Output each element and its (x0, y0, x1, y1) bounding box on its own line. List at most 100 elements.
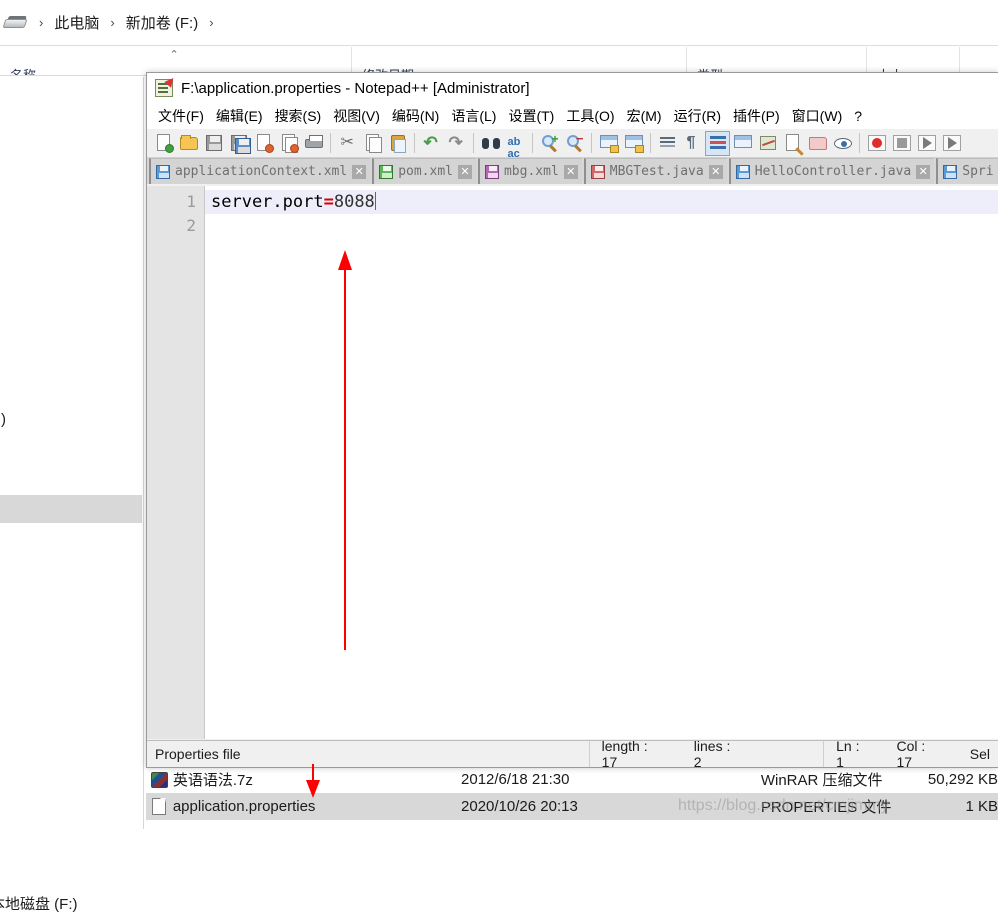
save-icon[interactable] (201, 131, 226, 156)
text-caret (374, 192, 376, 210)
tab-label: Spri (962, 164, 994, 179)
menu-item-help[interactable]: ? (848, 106, 868, 126)
redo-icon[interactable]: ↷ (444, 131, 469, 156)
code-line-1[interactable]: server.port=8088 (205, 190, 998, 214)
print-icon[interactable] (301, 131, 326, 156)
menu-item-plugins[interactable]: 插件(P) (727, 104, 786, 128)
close-icon[interactable]: ✕ (708, 164, 723, 179)
playmany-macro-icon[interactable] (939, 131, 964, 156)
column-header-filler (960, 47, 998, 75)
paste-icon[interactable] (385, 131, 410, 156)
code-token-key: server.port (211, 192, 324, 212)
menu-item-file[interactable]: 文件(F) (152, 104, 210, 128)
tab-label: pom.xml (398, 164, 453, 179)
status-col: Col : 17 (896, 738, 926, 768)
stop-macro-icon[interactable] (889, 131, 914, 156)
menu-item-settings[interactable]: 设置(T) (502, 104, 560, 128)
menu-item-tools[interactable]: 工具(O) (560, 104, 620, 128)
column-header-size[interactable]: 大小 (867, 47, 960, 75)
menu-item-view[interactable]: 视图(V) (327, 104, 386, 128)
show-all-chars-icon[interactable]: ¶ (680, 131, 705, 156)
column-header-name-label: 名称 (10, 65, 36, 75)
function-list-icon[interactable] (780, 131, 805, 156)
title-bar[interactable]: F:\application.properties - Notepad++ [A… (147, 73, 998, 103)
close-file-icon[interactable] (251, 131, 276, 156)
folder-as-workspace-icon[interactable] (805, 131, 830, 156)
save-disk-purple-icon (484, 164, 499, 179)
menu-item-language[interactable]: 语言(L) (445, 104, 502, 128)
status-sel: Sel (969, 746, 991, 762)
file-type: WinRAR 压缩文件 (760, 772, 883, 789)
close-icon[interactable]: ✕ (457, 164, 472, 179)
tab-mbgtest-java[interactable]: MBGTest.java ✕ (583, 158, 727, 184)
status-lines: lines : 2 (693, 738, 731, 768)
tab-label: applicationContext.xml (175, 164, 348, 179)
nav-splitter[interactable] (143, 77, 144, 829)
code-text-area[interactable]: server.port=8088 (205, 186, 998, 739)
menu-item-edit[interactable]: 编辑(E) (210, 104, 269, 128)
column-header-type[interactable]: 类型 (687, 47, 867, 75)
file-name: application.properties (172, 798, 316, 815)
play-macro-icon[interactable] (914, 131, 939, 156)
file-name: 英语语法.7z (172, 772, 253, 789)
table-row[interactable]: 英语语法.7z 2012/6/18 21:30 WinRAR 压缩文件 50,2… (146, 766, 998, 793)
close-all-icon[interactable] (276, 131, 301, 156)
breadcrumb-item-this-pc[interactable]: 此电脑 (50, 10, 103, 35)
toolbar-separator (414, 133, 415, 153)
close-icon[interactable]: ✕ (563, 164, 578, 179)
navigation-pane[interactable]: C:) 本地磁盘 (F:) (0, 77, 146, 913)
close-icon[interactable]: ✕ (352, 164, 367, 179)
sync-horizontal-icon[interactable] (621, 131, 646, 156)
copy-icon[interactable] (360, 131, 385, 156)
menu-item-macro[interactable]: 宏(M) (621, 104, 668, 128)
find-icon[interactable] (478, 131, 503, 156)
open-file-icon[interactable] (176, 131, 201, 156)
menu-item-encoding[interactable]: 编码(N) (386, 104, 445, 128)
drive-icon (2, 14, 28, 32)
toolbar-separator (650, 133, 651, 153)
menu-item-window[interactable]: 窗口(W) (786, 104, 849, 128)
document-tab-bar[interactable]: applicationContext.xml ✕ pom.xml ✕ mbg.x… (147, 158, 998, 184)
zoom-in-icon[interactable]: + (537, 131, 562, 156)
tab-hellocontroller-java[interactable]: HelloController.java ✕ (728, 158, 935, 184)
line-number-gutter: 1 2 (147, 186, 205, 739)
menu-bar[interactable]: 文件(F) 编辑(E) 搜索(S) 视图(V) 编码(N) 语言(L) 设置(T… (147, 103, 998, 129)
user-defined-dialog-icon[interactable] (730, 131, 755, 156)
menu-item-search[interactable]: 搜索(S) (269, 104, 328, 128)
tab-spring[interactable]: Spri (936, 158, 998, 184)
document-icon (146, 798, 173, 815)
close-icon[interactable]: ✕ (916, 164, 931, 179)
file-size: 1 KB (965, 798, 998, 815)
word-wrap-icon[interactable] (655, 131, 680, 156)
editor-area[interactable]: 1 2 server.port=8088 (147, 186, 998, 739)
code-line-2[interactable] (205, 214, 998, 238)
sync-vertical-icon[interactable] (596, 131, 621, 156)
document-map-icon[interactable] (755, 131, 780, 156)
zoom-out-icon[interactable]: − (562, 131, 587, 156)
nav-item-bottom[interactable]: 本地磁盘 (F:) (0, 893, 78, 914)
replace-icon[interactable]: ab ac (503, 131, 528, 160)
save-all-icon[interactable] (226, 131, 251, 156)
indent-guide-icon[interactable] (705, 130, 730, 156)
toolbar[interactable]: ✂ ↶ ↷ ab ac + − ¶ (147, 129, 998, 160)
nav-item-drive-c[interactable]: C:) (0, 411, 6, 428)
undo-icon[interactable]: ↶ (419, 131, 444, 156)
table-row[interactable]: application.properties 2020/10/26 20:13 … (146, 793, 998, 820)
breadcrumb-item-volume-f[interactable]: 新加卷 (F:) (122, 10, 203, 35)
column-header-name[interactable]: ⌃ 名称 (0, 47, 352, 75)
cut-icon[interactable]: ✂ (335, 131, 360, 156)
tab-applicationcontext-xml[interactable]: applicationContext.xml ✕ (149, 158, 371, 184)
column-header-date[interactable]: 修改日期 (352, 47, 687, 75)
status-bar: Properties file length : 17 lines : 2 Ln… (147, 738, 998, 768)
menu-item-run[interactable]: 运行(R) (668, 104, 727, 128)
monitor-icon[interactable] (830, 131, 855, 156)
new-file-icon[interactable] (151, 131, 176, 156)
breadcrumb-separator[interactable]: › (202, 15, 220, 30)
line-number: 2 (186, 216, 196, 235)
tab-mbg-xml[interactable]: mbg.xml ✕ (477, 158, 582, 184)
nav-item-selected[interactable] (0, 495, 142, 523)
record-macro-icon[interactable] (864, 131, 889, 156)
line-number: 1 (186, 192, 196, 211)
tab-pom-xml[interactable]: pom.xml ✕ (372, 158, 476, 184)
breadcrumb-bar[interactable]: › 此电脑 › 新加卷 (F:) › (0, 0, 998, 46)
